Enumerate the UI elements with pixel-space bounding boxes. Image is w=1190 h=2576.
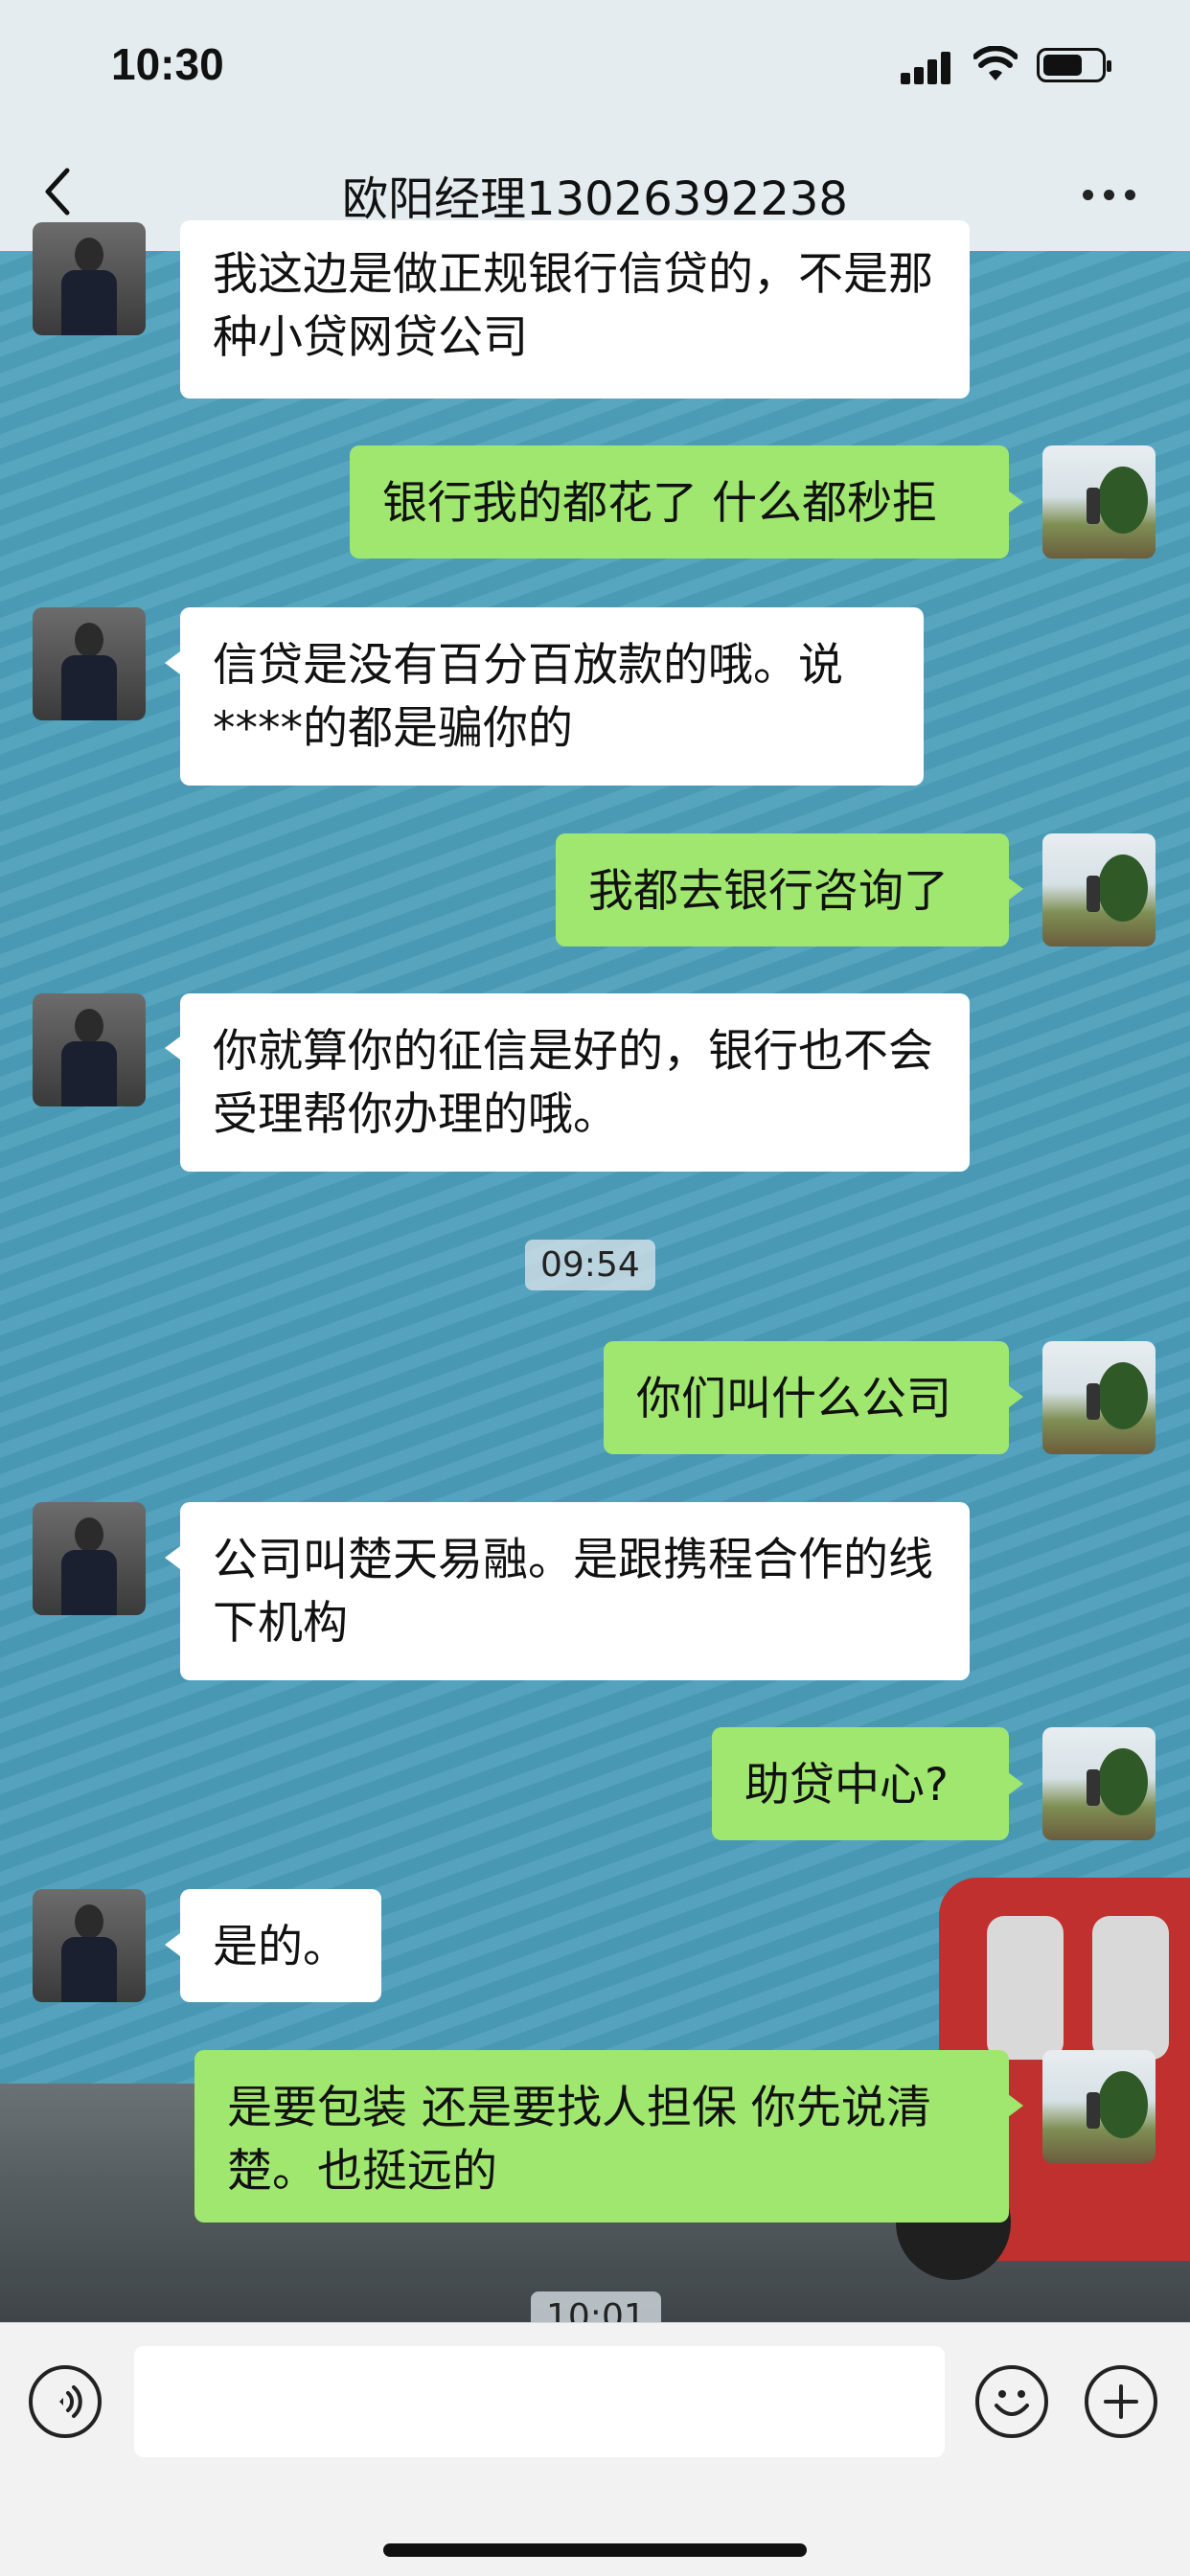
message-text: 公司叫楚天易融。是跟携程合作的线下机构 bbox=[213, 1534, 933, 1650]
received-message[interactable]: 我这边是做正规银行信贷的，不是那种小贷网贷公司 bbox=[180, 220, 970, 399]
received-message[interactable]: 是的。 bbox=[180, 1889, 381, 2002]
message-text: 是的。 bbox=[213, 1921, 348, 1973]
signal-icon bbox=[901, 50, 958, 84]
received-message[interactable]: 信贷是没有百分百放款的哦。说****的都是骗你的 bbox=[180, 607, 924, 786]
message-text: 银行我的都花了 什么都秒拒 bbox=[382, 477, 937, 530]
message-text: 你就算你的征信是好的，银行也不会受理帮你办理的哦。 bbox=[213, 1025, 933, 1141]
user-avatar[interactable] bbox=[1042, 1341, 1156, 1454]
message-text: 助贷中心? bbox=[744, 1759, 949, 1812]
message-text: 是要包装 还是要找人担保 你先说清楚。也挺远的 bbox=[227, 2082, 931, 2198]
message-text: 我都去银行咨询了 bbox=[588, 865, 949, 918]
emoji-icon[interactable] bbox=[975, 2365, 1048, 2438]
received-message[interactable]: 你就算你的征信是好的，银行也不会受理帮你办理的哦。 bbox=[180, 993, 970, 1172]
wifi-icon bbox=[973, 46, 1018, 80]
chat-title: 欧阳经理13026392238 bbox=[342, 172, 848, 226]
sent-message[interactable]: 是要包装 还是要找人担保 你先说清楚。也挺远的 bbox=[195, 2050, 1009, 2223]
contact-avatar[interactable] bbox=[33, 607, 146, 720]
message-text: 你们叫什么公司 bbox=[636, 1373, 951, 1425]
battery-icon bbox=[1037, 48, 1111, 82]
contact-avatar[interactable] bbox=[33, 1502, 146, 1615]
message-text: 信贷是没有百分百放款的哦。说****的都是骗你的 bbox=[213, 639, 843, 755]
voice-icon[interactable] bbox=[29, 2365, 102, 2438]
timestamp: 09:54 bbox=[525, 1240, 655, 1290]
home-indicator bbox=[383, 2543, 807, 2557]
input-bar bbox=[0, 2322, 1190, 2576]
car-window bbox=[1092, 1916, 1169, 2060]
status-time: 10:30 bbox=[111, 39, 224, 89]
sent-message[interactable]: 银行我的都花了 什么都秒拒 bbox=[350, 445, 1009, 559]
sent-message[interactable]: 你们叫什么公司 bbox=[604, 1341, 1009, 1454]
plus-icon[interactable] bbox=[1085, 2365, 1157, 2438]
message-text: 我这边是做正规银行信贷的，不是那种小贷网贷公司 bbox=[213, 248, 933, 364]
message-input[interactable] bbox=[134, 2346, 945, 2457]
sent-message[interactable]: 我都去银行咨询了 bbox=[556, 833, 1009, 946]
user-avatar[interactable] bbox=[1042, 1727, 1156, 1840]
status-bar: 10:30 bbox=[0, 0, 1190, 134]
more-dots-icon[interactable] bbox=[1083, 190, 1140, 203]
car-window bbox=[987, 1916, 1064, 2060]
user-avatar[interactable] bbox=[1042, 2050, 1156, 2163]
contact-avatar[interactable] bbox=[33, 1889, 146, 2002]
sent-message[interactable]: 助贷中心? bbox=[712, 1727, 1009, 1840]
contact-avatar[interactable] bbox=[33, 222, 146, 335]
user-avatar[interactable] bbox=[1042, 833, 1156, 946]
user-avatar[interactable] bbox=[1042, 445, 1156, 559]
contact-avatar[interactable] bbox=[33, 993, 146, 1106]
received-message[interactable]: 公司叫楚天易融。是跟携程合作的线下机构 bbox=[180, 1502, 970, 1680]
